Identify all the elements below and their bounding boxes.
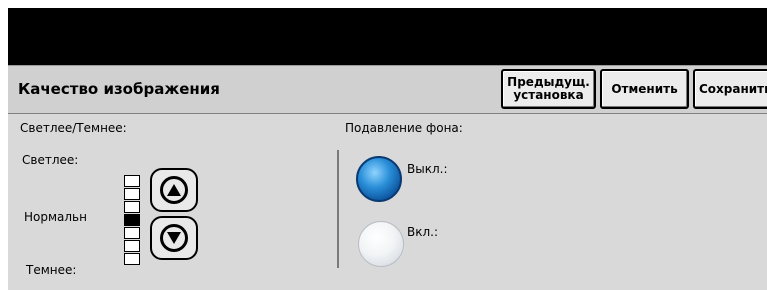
previous-setting-label-line2: установка [513,88,584,102]
image-quality-screen: Качество изображения Предыдущ. установка… [8,65,767,290]
lighter-label: Светлее: [22,153,79,167]
previous-setting-button[interactable]: Предыдущ. установка [501,69,596,109]
header-bar: Качество изображения Предыдущ. установка… [8,65,767,114]
darkness-level-indicator [124,175,140,265]
cancel-button[interactable]: Отменить [600,69,689,109]
cancel-button-label: Отменить [611,81,678,96]
darkness-level-cell [124,227,140,239]
darkness-level-cell [124,188,140,200]
save-button[interactable]: Сохранить [693,69,767,109]
save-button-label: Сохранить [699,81,767,96]
background-off-radio[interactable] [356,156,402,202]
lighter-up-button[interactable] [150,168,198,212]
section-divider [337,150,339,268]
darkness-section-label: Светлее/Темнее: [20,121,127,135]
background-off-label: Выкл.: [407,162,448,176]
page-title: Качество изображения [18,80,220,98]
darkness-level-cell [124,240,140,252]
triangle-up-icon [167,184,181,196]
darkness-level-cell [124,201,140,213]
background-suppression-label: Подавление фона: [345,121,463,135]
darker-label: Темнее: [26,263,77,277]
top-black-band [8,8,767,65]
normal-label: Нормальн [24,210,87,224]
darkness-level-cell [124,253,140,265]
darkness-level-cell [124,175,140,187]
background-on-label: Вкл.: [407,225,439,239]
background-on-radio[interactable] [358,221,404,267]
triangle-down-icon [167,232,181,244]
darkness-level-cell-selected [124,214,140,226]
darker-down-button[interactable] [150,216,198,260]
